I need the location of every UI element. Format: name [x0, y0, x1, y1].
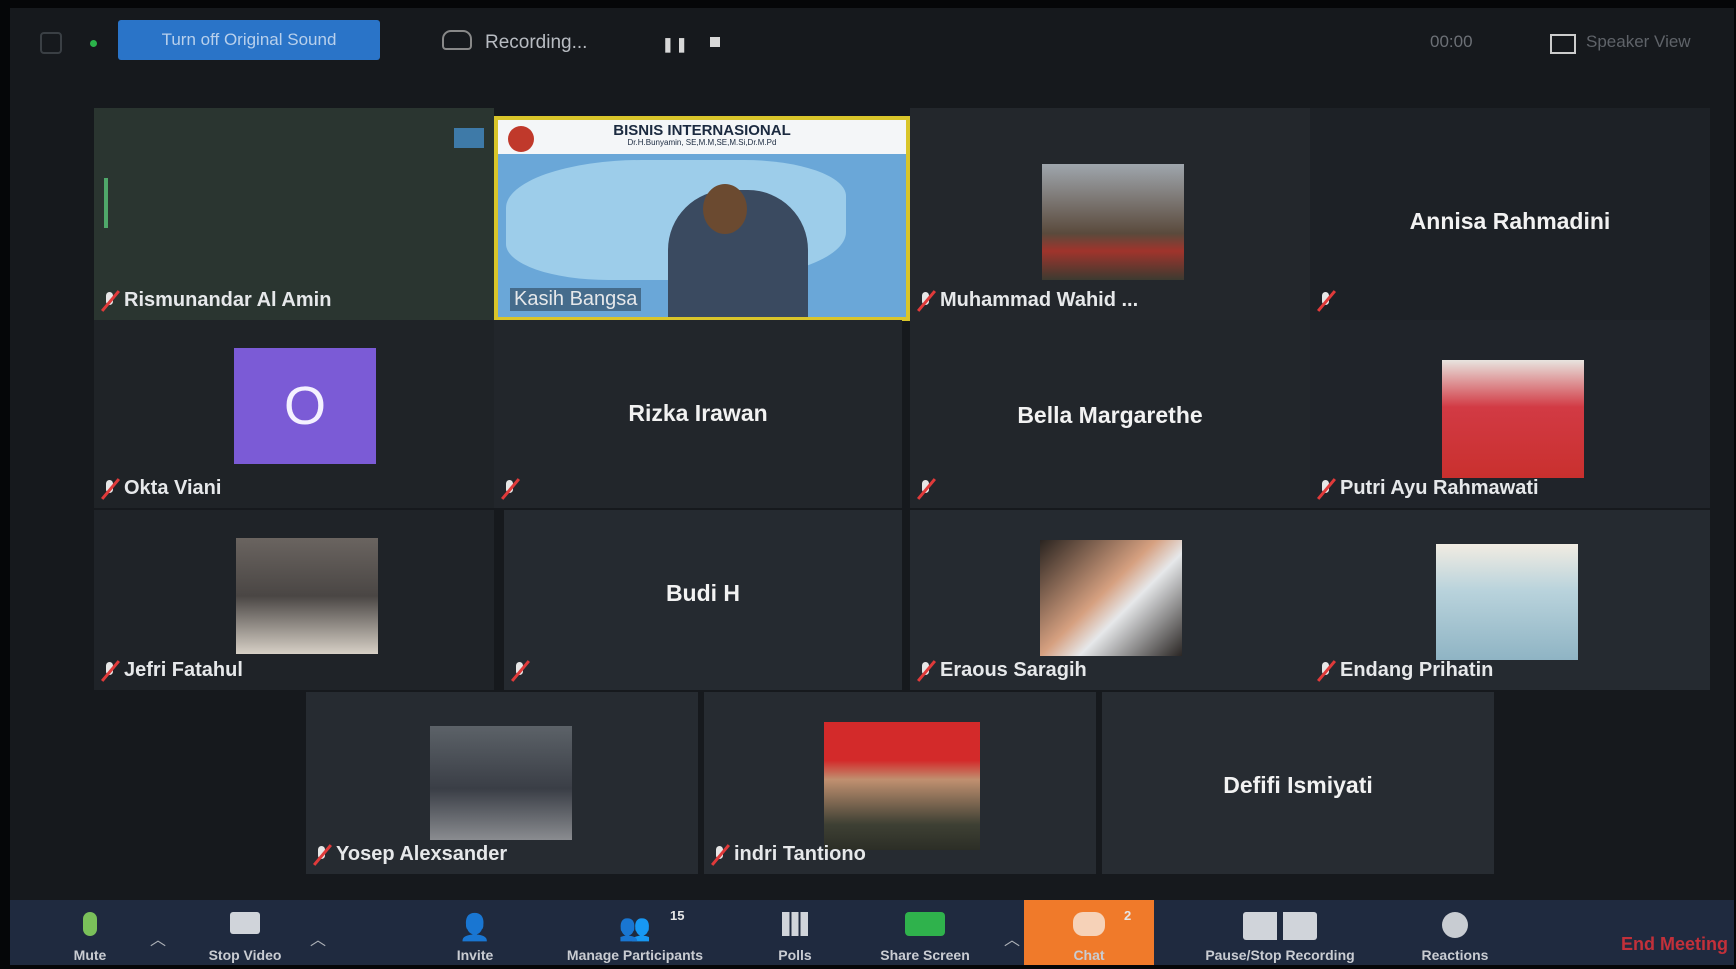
- muted-mic-icon: [312, 844, 332, 866]
- share-screen-icon: [905, 912, 945, 936]
- muted-mic-icon: [100, 478, 120, 500]
- participant-name: Muhammad Wahid ...: [940, 289, 1139, 311]
- muted-mic-icon: [100, 660, 120, 682]
- participant-display-name: Rizka Irawan: [628, 400, 768, 426]
- participant-name: Eraous Saragih: [940, 659, 1087, 681]
- muted-mic-icon: [710, 844, 730, 866]
- original-sound-button[interactable]: Turn off Original Sound: [118, 20, 380, 60]
- polls-chart-icon: [782, 912, 808, 936]
- speaker-view-icon[interactable]: [1550, 34, 1576, 54]
- participant-tile[interactable]: Eraous Saragih: [910, 510, 1310, 690]
- participant-tile[interactable]: Muhammad Wahid ...: [910, 108, 1310, 320]
- participant-tile-active-speaker[interactable]: BISNIS INTERNASIONAL Dr.H.Bunyamin, SE,M…: [494, 116, 910, 321]
- slide-title: BISNIS INTERNASIONAL: [613, 122, 791, 139]
- encryption-indicator-icon: [90, 40, 97, 47]
- video-camera-icon: [230, 912, 260, 934]
- recording-controls-icon: [1243, 912, 1317, 940]
- participant-tile[interactable]: Yosep Alexsander: [306, 692, 698, 874]
- background-object: [454, 128, 484, 148]
- participant-name: Okta Viani: [124, 477, 222, 499]
- participant-display-name: Defifi Ismiyati: [1223, 772, 1373, 798]
- participant-tile[interactable]: Bella Margarethe: [910, 320, 1310, 508]
- muted-mic-icon: [500, 478, 520, 500]
- participant-tile[interactable]: indri Tantiono: [704, 692, 1096, 874]
- participant-name: indri Tantiono: [734, 843, 866, 865]
- chat-count-badge: 2: [1124, 908, 1132, 923]
- background-object: [104, 178, 108, 228]
- pause-stop-recording-button[interactable]: Pause/Stop Recording: [1170, 900, 1390, 965]
- reactions-button[interactable]: Reactions: [1400, 900, 1510, 965]
- participant-photo: [236, 538, 378, 654]
- invite-button[interactable]: 👤 Invite: [430, 900, 520, 965]
- security-icon[interactable]: [40, 32, 62, 54]
- participants-icon: 👥: [618, 912, 652, 942]
- slide-subtitle: Dr.H.Bunyamin, SE,M.M,SE,M.Si,Dr.M.Pd: [627, 138, 777, 147]
- participant-tile[interactable]: Endang Prihatin: [1310, 510, 1710, 690]
- participants-count-badge: 15: [670, 908, 685, 923]
- share-options-chevron-icon[interactable]: ︿: [1004, 926, 1020, 950]
- chat-bubble-icon: [1073, 912, 1105, 936]
- participant-tile[interactable]: Defifi Ismiyati: [1102, 692, 1494, 874]
- participant-name: Endang Prihatin: [1340, 659, 1494, 681]
- cloud-recording-icon: [442, 30, 472, 50]
- participant-name: Yosep Alexsander: [336, 843, 508, 865]
- meeting-timer: 00:00: [1430, 32, 1473, 51]
- muted-mic-icon: [916, 478, 936, 500]
- participant-display-name: Annisa Rahmadini: [1409, 208, 1611, 234]
- participant-tile[interactable]: Rizka Irawan: [494, 320, 902, 508]
- mute-button[interactable]: Mute: [50, 900, 130, 965]
- presenter-head: [703, 184, 747, 234]
- participant-name: Rismunandar Al Amin: [124, 289, 332, 311]
- avatar: O: [234, 348, 376, 464]
- participant-photo: [1040, 540, 1182, 656]
- participant-tile[interactable]: Annisa Rahmadini: [1310, 108, 1710, 320]
- video-options-chevron-icon[interactable]: ︿: [310, 926, 326, 950]
- muted-mic-icon: [100, 290, 120, 312]
- participant-tile[interactable]: Putri Ayu Rahmawati: [1310, 320, 1710, 508]
- recording-status: Recording...: [485, 32, 588, 53]
- top-bar: Turn off Original Sound Recording... ❚❚ …: [10, 8, 1734, 74]
- participant-photo: [1042, 164, 1184, 280]
- participant-tile[interactable]: Rismunandar Al Amin: [94, 108, 494, 320]
- manage-participants-button[interactable]: 👥 15 Manage Participants: [540, 900, 730, 965]
- stop-video-button[interactable]: Stop Video: [180, 900, 310, 965]
- end-meeting-button[interactable]: End Meeting: [1621, 934, 1728, 955]
- muted-mic-icon: [1316, 478, 1336, 500]
- participant-display-name: Budi H: [665, 580, 741, 606]
- muted-mic-icon: [1316, 290, 1336, 312]
- muted-mic-icon: [916, 660, 936, 682]
- zoom-window: Turn off Original Sound Recording... ❚❚ …: [10, 8, 1734, 965]
- view-toggle-label[interactable]: Speaker View: [1586, 32, 1691, 52]
- participant-tile[interactable]: Jefri Fatahul: [94, 510, 494, 690]
- participant-name: Jefri Fatahul: [124, 659, 243, 681]
- pause-recording-icon[interactable]: ❚❚: [662, 36, 689, 53]
- participant-photo: [430, 726, 572, 840]
- microphone-icon: [83, 912, 97, 936]
- participant-photo: [1442, 360, 1584, 478]
- participant-display-name: Bella Margarethe: [1017, 402, 1203, 428]
- polls-button[interactable]: Polls: [750, 900, 840, 965]
- share-screen-button[interactable]: Share Screen: [860, 900, 990, 965]
- participant-name: Kasih Bangsa: [510, 288, 642, 311]
- participant-photo: [824, 722, 980, 850]
- participant-photo: [1436, 544, 1578, 660]
- participant-tile[interactable]: Budi H: [504, 510, 902, 690]
- muted-mic-icon: [1316, 660, 1336, 682]
- participant-name: Putri Ayu Rahmawati: [1340, 477, 1539, 499]
- muted-mic-icon: [510, 660, 530, 682]
- add-user-icon: 👤: [458, 912, 492, 942]
- audio-options-chevron-icon[interactable]: ︿: [150, 926, 166, 950]
- muted-mic-icon: [916, 290, 936, 312]
- participant-tile[interactable]: O Okta Viani: [94, 320, 494, 508]
- chat-button[interactable]: 2 Chat: [1024, 900, 1154, 965]
- meeting-toolbar: Mute ︿ Stop Video ︿ 👤 Invite 👥 15 Manage…: [10, 900, 1734, 965]
- stop-recording-icon[interactable]: [710, 37, 720, 47]
- reactions-icon: [1442, 912, 1468, 938]
